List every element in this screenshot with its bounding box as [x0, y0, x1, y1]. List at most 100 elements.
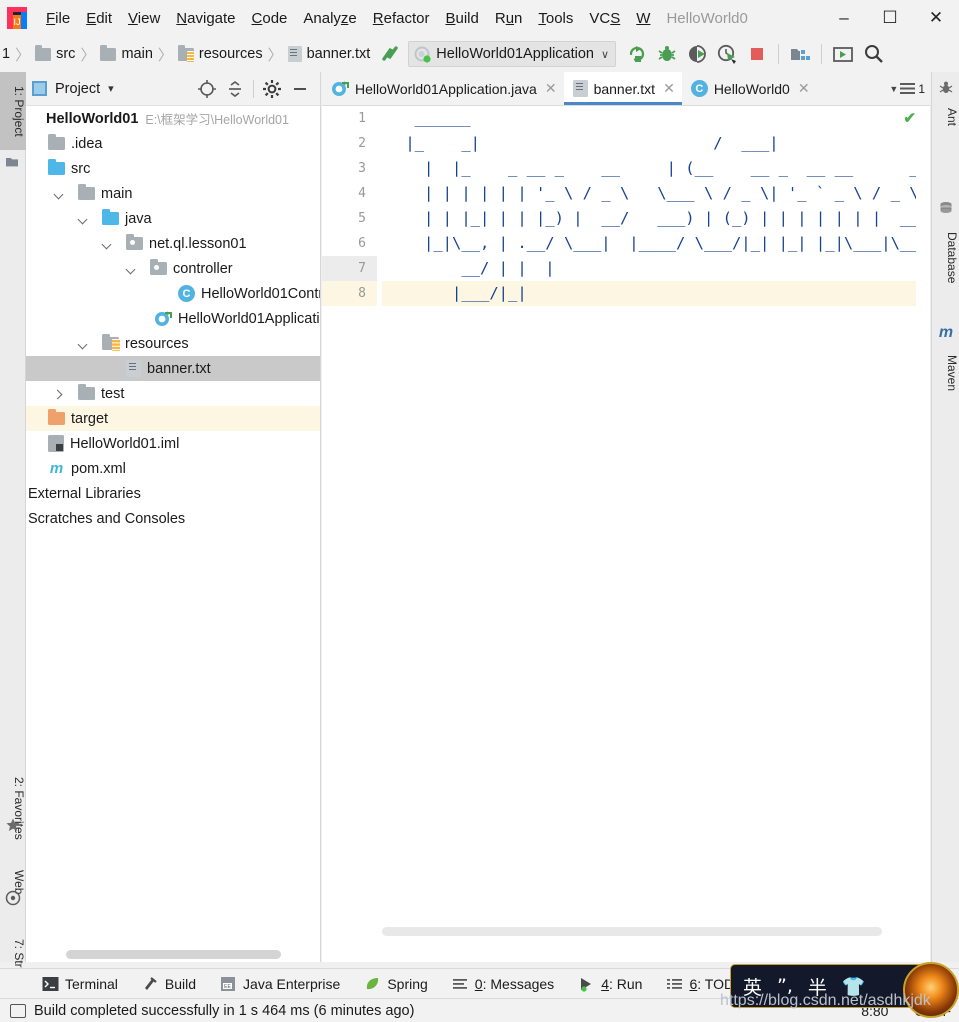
breadcrumb-item-src[interactable]: src: [35, 44, 75, 62]
maximize-button[interactable]: ☐: [867, 1, 913, 35]
breadcrumb-item-main[interactable]: main: [100, 44, 153, 62]
tree-row-src[interactable]: src: [26, 156, 320, 181]
line-number-gutter: 1 2 3 4 5 6 7 8: [322, 106, 377, 940]
tree-row-package-controller[interactable]: controller: [26, 256, 320, 281]
menu-file[interactable]: File: [38, 7, 78, 30]
right-tab-ant[interactable]: Ant: [931, 100, 959, 134]
spring-leaf-icon: [364, 976, 381, 992]
bottom-tab-java-enterprise[interactable]: EE Java Enterprise: [208, 976, 352, 992]
sidebar-item-project[interactable]: 1: Project: [0, 72, 26, 150]
chevron-down-icon[interactable]: [52, 187, 66, 201]
project-horizontal-scrollbar[interactable]: [66, 950, 281, 959]
close-icon[interactable]: ✕: [663, 80, 675, 97]
tree-row-scratches-consoles[interactable]: Scratches and Consoles: [26, 506, 320, 531]
tree-label: HelloWorld01Applicatio: [178, 310, 320, 327]
chevron-down-icon[interactable]: [76, 212, 90, 226]
tree-row-idea[interactable]: .idea: [26, 131, 320, 156]
close-icon[interactable]: ✕: [798, 80, 810, 97]
bottom-tab-run[interactable]: 4: Run: [566, 976, 654, 992]
iml-file-icon: [48, 435, 64, 452]
hide-panel-icon[interactable]: [289, 78, 311, 100]
collapse-all-icon[interactable]: [224, 78, 246, 100]
breadcrumb-label: banner.txt: [306, 46, 371, 62]
bottom-tab-build[interactable]: Build: [130, 976, 208, 992]
menu-vcs[interactable]: VCS: [581, 7, 628, 30]
tree-row-external-libraries[interactable]: External Libraries: [26, 481, 320, 506]
tab-banner-txt[interactable]: banner.txt ✕: [563, 72, 683, 105]
folder-icon: [100, 44, 117, 61]
breadcrumb-item-resources[interactable]: resources: [177, 44, 263, 62]
tree-row-test[interactable]: test: [26, 381, 320, 406]
debug-icon[interactable]: [654, 41, 680, 67]
project-structure-icon[interactable]: [787, 41, 813, 67]
chevron-right-icon[interactable]: [52, 387, 66, 401]
tree-row-java[interactable]: java: [26, 206, 320, 231]
menu-tools[interactable]: Tools: [530, 7, 581, 30]
locate-icon[interactable]: [196, 78, 218, 100]
run-configuration-selector[interactable]: HelloWorld01Application ∨: [408, 41, 617, 67]
stop-icon[interactable]: [744, 41, 770, 67]
close-button[interactable]: ✕: [913, 1, 959, 35]
menu-analyze[interactable]: Analyze: [295, 7, 364, 30]
event-log-icon[interactable]: [10, 1003, 26, 1018]
menu-run[interactable]: Run: [487, 7, 531, 30]
inspection-status-icon[interactable]: ✔: [903, 109, 916, 127]
code-line: | | |_| | | |_) | __/ ___) | (_) | | | |…: [423, 209, 916, 227]
tree-label: HelloWorld01.iml: [70, 435, 180, 452]
code-content[interactable]: ______ _ __ _ |_ _| / ___| | | | || | | …: [382, 106, 916, 940]
tree-row-banner-txt[interactable]: banner.txt: [26, 356, 320, 381]
editor-scroll-strip[interactable]: [916, 106, 930, 940]
right-tab-maven[interactable]: Maven: [931, 344, 959, 402]
editor-horizontal-scrollbar[interactable]: [382, 927, 882, 936]
project-tool-window: Project ▾ HelloWorld01 E:\框架学习\HelloWorl…: [26, 72, 321, 962]
chevron-down-icon[interactable]: [124, 262, 138, 276]
right-tab-database[interactable]: Database: [931, 220, 959, 296]
menu-code[interactable]: Code: [244, 7, 296, 30]
tab-helloworld01application-java[interactable]: HelloWorld01Application.java ✕: [322, 72, 564, 105]
tree-row-pom-xml[interactable]: m pom.xml: [26, 456, 320, 481]
close-icon[interactable]: ✕: [545, 80, 557, 97]
chevron-down-icon[interactable]: ▾: [108, 82, 114, 95]
tree-row-helloworld01application[interactable]: HelloWorld01Applicatio: [26, 306, 320, 331]
search-everywhere-icon[interactable]: [860, 41, 886, 67]
breadcrumb-separator: 〉: [267, 46, 283, 64]
chevron-down-icon[interactable]: [76, 337, 90, 351]
tree-row-iml-file[interactable]: HelloWorld01.iml: [26, 431, 320, 456]
bottom-tab-spring[interactable]: Spring: [352, 976, 439, 992]
database-icon: [938, 200, 954, 216]
bottom-tab-messages[interactable]: 0: Messages: [440, 976, 566, 992]
rerun-icon[interactable]: [624, 41, 650, 67]
menu-view[interactable]: View: [120, 7, 168, 30]
bottom-tab-terminal[interactable]: Terminal: [30, 976, 130, 992]
star-icon: [5, 817, 21, 833]
bottom-tab-label: Spring: [387, 975, 428, 992]
code-viewport[interactable]: 1 2 3 4 5 6 7 8 ______ _ __ _ |_ _|: [322, 106, 930, 940]
tab-helloworld0[interactable]: C HelloWorld0 ✕: [682, 72, 817, 105]
run-with-coverage-icon[interactable]: [684, 41, 710, 67]
settings-gear-icon[interactable]: [261, 78, 283, 100]
status-message: Build completed successfully in 1 s 464 …: [34, 1002, 415, 1019]
tree-row-resources[interactable]: resources: [26, 331, 320, 356]
sidebar-item-favorites[interactable]: 2: Favorites: [0, 762, 26, 854]
text-file-icon: [126, 360, 141, 377]
tree-row-target[interactable]: target: [26, 406, 320, 431]
minimize-button[interactable]: –: [821, 1, 867, 35]
tree-row-package-net-ql-lesson01[interactable]: net.ql.lesson01: [26, 231, 320, 256]
menu-window[interactable]: W: [628, 7, 658, 30]
tree-row-helloworld01controller[interactable]: C HelloWorld01Contro: [26, 281, 320, 306]
update-project-icon[interactable]: [830, 41, 856, 67]
profiler-icon[interactable]: [714, 41, 740, 67]
breadcrumb-item-banner[interactable]: banner.txt: [287, 46, 371, 62]
main-toolbar: 1 〉 src 〉 main 〉 resources 〉 banner.txt: [0, 36, 959, 72]
line-number: 7: [322, 256, 377, 281]
menu-build[interactable]: Build: [437, 7, 486, 30]
menu-edit[interactable]: Edit: [78, 7, 120, 30]
menu-navigate[interactable]: Navigate: [168, 7, 243, 30]
chevron-down-icon[interactable]: [100, 237, 114, 251]
tab-overflow-control[interactable]: ▼ 1: [889, 72, 930, 105]
make-project-icon[interactable]: [378, 42, 402, 66]
tree-row-project-root[interactable]: HelloWorld01 E:\框架学习\HelloWorld01: [26, 106, 320, 131]
folder-icon: [35, 44, 52, 61]
tree-row-main[interactable]: main: [26, 181, 320, 206]
menu-refactor[interactable]: Refactor: [365, 7, 438, 30]
